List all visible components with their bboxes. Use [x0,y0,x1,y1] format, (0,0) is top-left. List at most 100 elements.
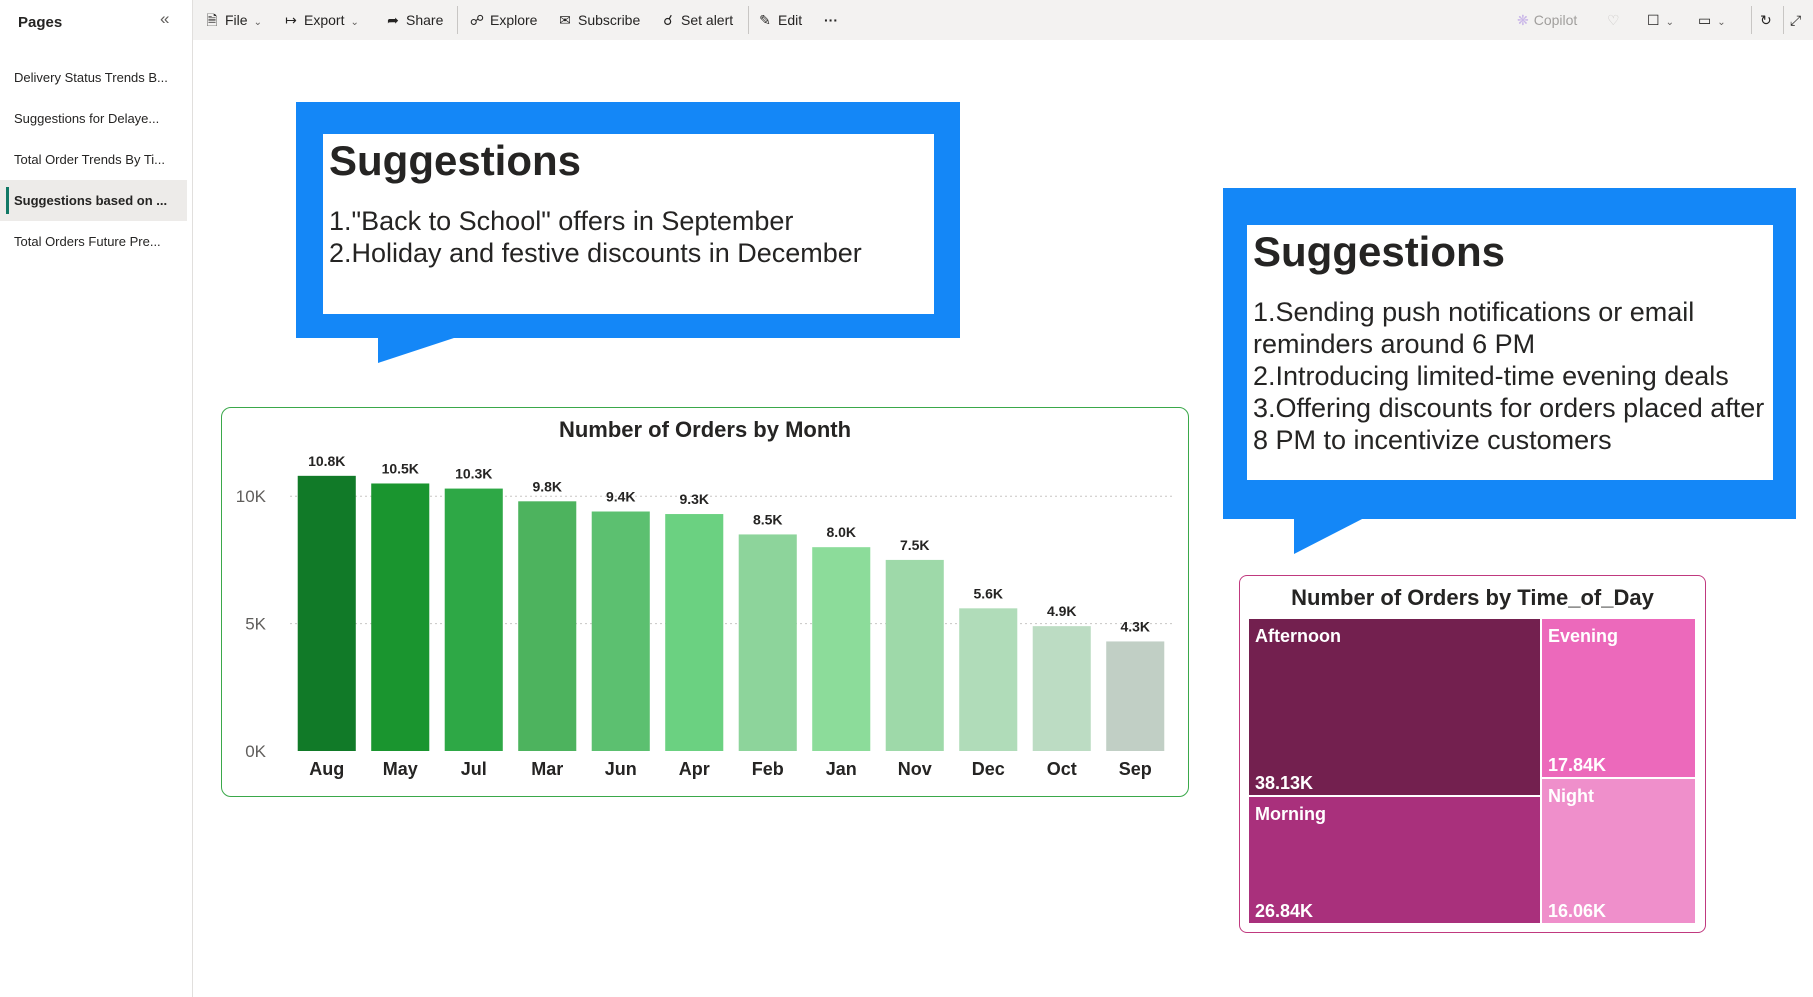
treemap-tile-afternoon[interactable]: Afternoon 38.13K [1249,619,1540,795]
x-tick-label: Aug [309,759,344,779]
data-label: 8.0K [826,524,856,540]
orders-by-month-chart[interactable]: Number of Orders by Month 0K 5K 10K 10.8K Au… [221,407,1189,797]
favorite-icon[interactable]: ♡ [1607,0,1620,40]
bar [812,547,871,751]
subscribe-icon: ✉ [559,12,571,28]
view-icon: ▭ [1698,12,1712,28]
treemap-tile-morning[interactable]: Morning 26.84K [1249,797,1540,923]
treemap-tile-night[interactable]: Night 16.06K [1542,779,1695,923]
y-tick-label: 0K [245,742,266,761]
y-tick-label: 5K [245,615,266,634]
data-label: 4.3K [1120,618,1150,634]
callout-line: 8 PM to incentivize customers [1253,425,1612,455]
page-item-suggestions-delayed[interactable]: Suggestions for Delaye... [0,98,187,139]
treemap-tile-value: 16.06K [1548,901,1607,921]
treemap-tile-label: Afternoon [1255,626,1341,646]
treemap-tile-label: Evening [1548,626,1619,646]
set-alert-button[interactable]: ☌ Set alert [659,0,733,40]
callout-tail [378,336,460,363]
copilot-label: Copilot [1533,12,1578,28]
explore-label: Explore [490,12,538,28]
callout-line: 3.Offering discounts for orders placed a… [1253,393,1765,423]
bar [444,488,503,751]
data-label: 5.6K [973,585,1003,601]
file-label: File [225,12,248,28]
bell-icon: ☌ [663,12,673,28]
share-button[interactable]: ➦ Share [384,0,443,40]
data-label: 7.5K [900,537,930,553]
copilot-icon: ❋ [1517,12,1529,28]
callout-line: 1.Sending push notifications or email [1253,297,1695,327]
x-tick-label: Jun [605,759,637,779]
data-label: 4.9K [1047,603,1077,619]
x-tick-label: Dec [972,759,1005,779]
edit-label: Edit [778,12,803,28]
subscribe-label: Subscribe [578,12,641,28]
page-list: Delivery Status Trends B... Suggestions … [0,57,193,262]
x-tick-label: Jul [461,759,487,779]
orders-by-time-of-day-treemap[interactable]: Number of Orders by Time_of_Day Afternoo… [1239,575,1706,933]
bar [371,483,430,751]
treemap-tile-label: Night [1548,786,1594,806]
refresh-icon[interactable]: ↻ [1760,0,1772,40]
data-label: 9.8K [532,478,562,494]
pages-title: Pages [18,14,63,31]
x-tick-label: Nov [898,759,932,779]
bar-chart-plot: 0K 5K 10K 10.8K Aug 10.5K May 10.3K Jul 9.8K Mar 9.… [236,453,1172,779]
explore-button[interactable]: ☍ Explore [468,0,538,40]
collapse-pane-icon[interactable]: « [160,9,169,29]
chevron-down-icon: ⌄ [1717,17,1726,28]
x-tick-label: Oct [1047,759,1077,779]
export-label: Export [304,12,345,28]
x-tick-label: Sep [1119,759,1152,779]
treemap-tile-value: 26.84K [1255,901,1314,921]
callout-line: 2.Introducing limited-time evening deals [1253,361,1729,391]
y-tick-label: 10K [236,487,267,506]
bar [518,501,577,751]
treemap-tile-value: 38.13K [1255,773,1314,793]
toolbar-divider [1751,6,1752,34]
expand-icon[interactable]: ⤢ [1790,0,1801,40]
copilot-button[interactable]: ❋ Copilot [1517,0,1577,40]
x-tick-label: Jan [826,759,857,779]
set-alert-label: Set alert [681,12,734,28]
report-toolbar: 🗎 File ⌄ ↦ Export ⌄ ➦ Share ☍ Explore ✉ Subscri… [193,0,1813,40]
more-options-button[interactable]: ··· [824,0,838,40]
page-item-total-order-trends[interactable]: Total Order Trends By Ti... [0,139,187,180]
bookmark-button[interactable]: ☐ ⌄ [1647,0,1674,40]
subscribe-button[interactable]: ✉ Subscribe [556,0,640,40]
treemap-tile-evening[interactable]: Evening 17.84K [1542,619,1695,777]
chevron-down-icon: ⌄ [253,17,262,28]
callout-title: Suggestions [329,137,582,184]
bookmark-icon: ☐ [1647,12,1660,28]
bar [738,534,797,751]
file-icon: 🗎 [206,12,218,28]
chevron-down-icon: ⌄ [1665,17,1674,28]
callout-line: reminders around 6 PM [1253,329,1536,359]
page-item-total-orders-future[interactable]: Total Orders Future Pre... [0,221,187,262]
binoculars-icon: ☍ [469,12,485,28]
data-label: 10.3K [455,466,492,482]
callout-title: Suggestions [1253,228,1506,275]
bar [297,475,356,751]
page-item-delivery-status[interactable]: Delivery Status Trends B... [0,57,187,98]
callout-tail [1294,517,1366,554]
data-label: 10.5K [382,460,419,476]
pages-sidebar: Pages « Delivery Status Trends B... Sugg… [0,0,193,997]
page-item-suggestions-based-on[interactable]: Suggestions based on ... [0,180,187,221]
file-menu-button[interactable]: 🗎 File ⌄ [203,0,262,40]
view-button[interactable]: ▭ ⌄ [1698,0,1726,40]
data-label: 9.4K [606,489,636,505]
treemap-plot: Afternoon 38.13K Morning 26.84K Evening 17.84… [1240,576,1704,931]
bar [665,514,724,751]
export-icon: ↦ [285,12,297,28]
pencil-icon: ✎ [759,12,771,28]
chevron-down-icon: ⌄ [350,17,359,28]
callout-line: 1."Back to School" offers in September [329,206,794,236]
x-tick-label: Mar [531,759,563,779]
toolbar-divider [1783,6,1784,34]
export-menu-button[interactable]: ↦ Export ⌄ [282,0,359,40]
edit-button[interactable]: ✎ Edit [756,0,802,40]
bar [885,559,944,751]
data-label: 9.3K [679,491,709,507]
